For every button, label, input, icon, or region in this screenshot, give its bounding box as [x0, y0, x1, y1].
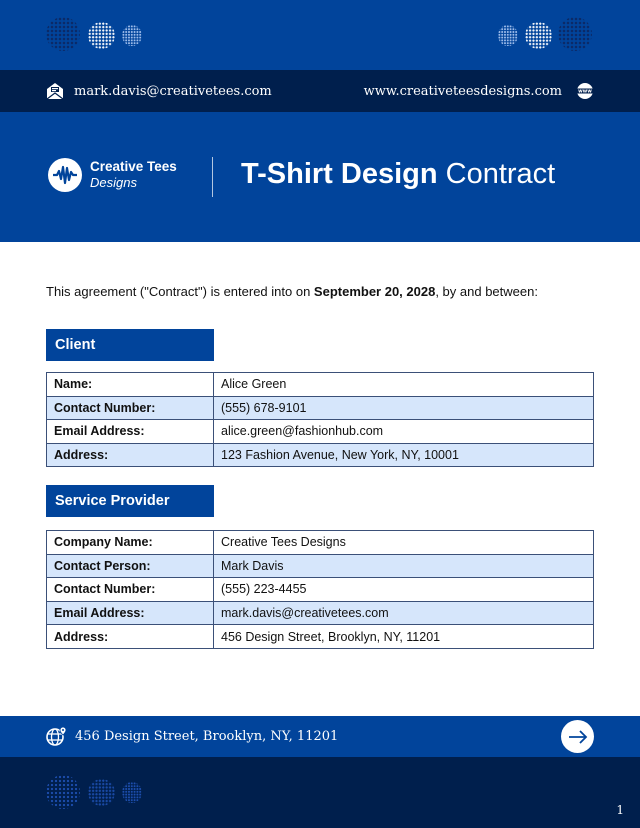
client-section-heading: Client: [46, 329, 214, 361]
row-label: Contact Number:: [46, 577, 214, 602]
row-value: 456 Design Street, Brooklyn, NY, 11201: [213, 624, 594, 649]
logo-name-line2: Designs: [90, 175, 137, 190]
row-value: Mark Davis: [213, 553, 594, 579]
title-bold: T-Shirt Design: [241, 158, 438, 190]
hero-divider: [212, 157, 213, 197]
dot-pattern-decoration: [46, 775, 80, 809]
row-label: Address:: [46, 442, 214, 468]
table-row: Name: Alice Green: [46, 372, 594, 397]
www-globe-icon: www: [576, 83, 594, 99]
intro-paragraph: This agreement ("Contract") is entered i…: [46, 284, 538, 299]
contact-bar: mark.davis@creativetees.com www.creative…: [0, 70, 640, 112]
footer-decorative-band: 1: [0, 757, 640, 828]
next-page-button[interactable]: [561, 720, 594, 753]
row-label: Company Name:: [46, 530, 214, 555]
row-label: Email Address:: [46, 600, 214, 626]
header-email-link[interactable]: mark.davis@creativetees.com: [74, 84, 272, 99]
intro-after: , by and between:: [435, 284, 538, 299]
hero-banner: Creative Tees Designs T-Shirt Design Con…: [0, 112, 640, 242]
row-label: Contact Person:: [46, 553, 214, 579]
dot-pattern-decoration: [525, 22, 552, 49]
logo-name-line1: Creative Tees: [90, 159, 177, 174]
footer-address-bar: 456 Design Street, Brooklyn, NY, 11201: [0, 716, 640, 757]
row-value: (555) 678-9101: [213, 395, 594, 421]
table-row: Company Name: Creative Tees Designs: [46, 530, 594, 555]
row-label: Name:: [46, 372, 214, 397]
header-website-link[interactable]: www.creativeteesdesigns.com: [364, 84, 562, 99]
table-row: Address: 123 Fashion Avenue, New York, NY…: [46, 442, 594, 468]
dot-pattern-decoration: [46, 17, 80, 51]
provider-section-heading: Service Provider: [46, 485, 214, 517]
contract-date: September 20, 2028: [313, 284, 436, 299]
table-row: Email Address: alice.green@fashionhub.com: [46, 419, 594, 444]
row-value: Alice Green: [213, 372, 594, 397]
client-table: Name: Alice Green Contact Number: (555) 67…: [46, 372, 594, 468]
globe-pin-icon: [46, 726, 67, 746]
row-label: Contact Number:: [46, 395, 214, 421]
company-logo: Creative Tees Designs: [48, 158, 177, 192]
table-row: Address: 456 Design Street, Brooklyn, NY,…: [46, 624, 594, 649]
soundwave-icon: [48, 158, 82, 192]
dot-pattern-decoration: [498, 25, 518, 46]
row-label: Address:: [46, 624, 214, 649]
row-value: (555) 223-4455: [213, 577, 594, 602]
footer-address: 456 Design Street, Brooklyn, NY, 11201: [75, 729, 339, 744]
row-value: alice.green@fashionhub.com: [213, 419, 594, 444]
dot-pattern-decoration: [88, 779, 115, 806]
svg-text:www: www: [578, 89, 592, 95]
row-label: Email Address:: [46, 419, 214, 444]
intro-before: This agreement ("Contract") is entered i…: [46, 284, 314, 299]
row-value: Creative Tees Designs: [213, 530, 594, 555]
table-row: Contact Number: (555) 678-9101: [46, 395, 594, 421]
row-value: 123 Fashion Avenue, New York, NY, 10001: [213, 442, 594, 468]
row-value: mark.davis@creativetees.com: [213, 600, 594, 626]
dot-pattern-decoration: [558, 17, 592, 51]
page-title: T-Shirt Design Contract: [241, 158, 555, 191]
arrow-right-icon: [568, 729, 587, 744]
table-row: Email Address: mark.davis@creativetees.co…: [46, 600, 594, 626]
table-row: Contact Person: Mark Davis: [46, 553, 594, 579]
table-row: Contact Number: (555) 223-4455: [46, 577, 594, 602]
dot-pattern-decoration: [122, 782, 142, 803]
top-decorative-band: [0, 0, 640, 70]
dot-pattern-decoration: [122, 25, 142, 46]
dot-pattern-decoration: [88, 22, 115, 49]
provider-table: Company Name: Creative Tees Designs Conta…: [46, 530, 594, 649]
envelope-open-icon: [46, 83, 64, 100]
title-light: Contract: [445, 158, 556, 190]
page-number: 1: [616, 803, 624, 817]
